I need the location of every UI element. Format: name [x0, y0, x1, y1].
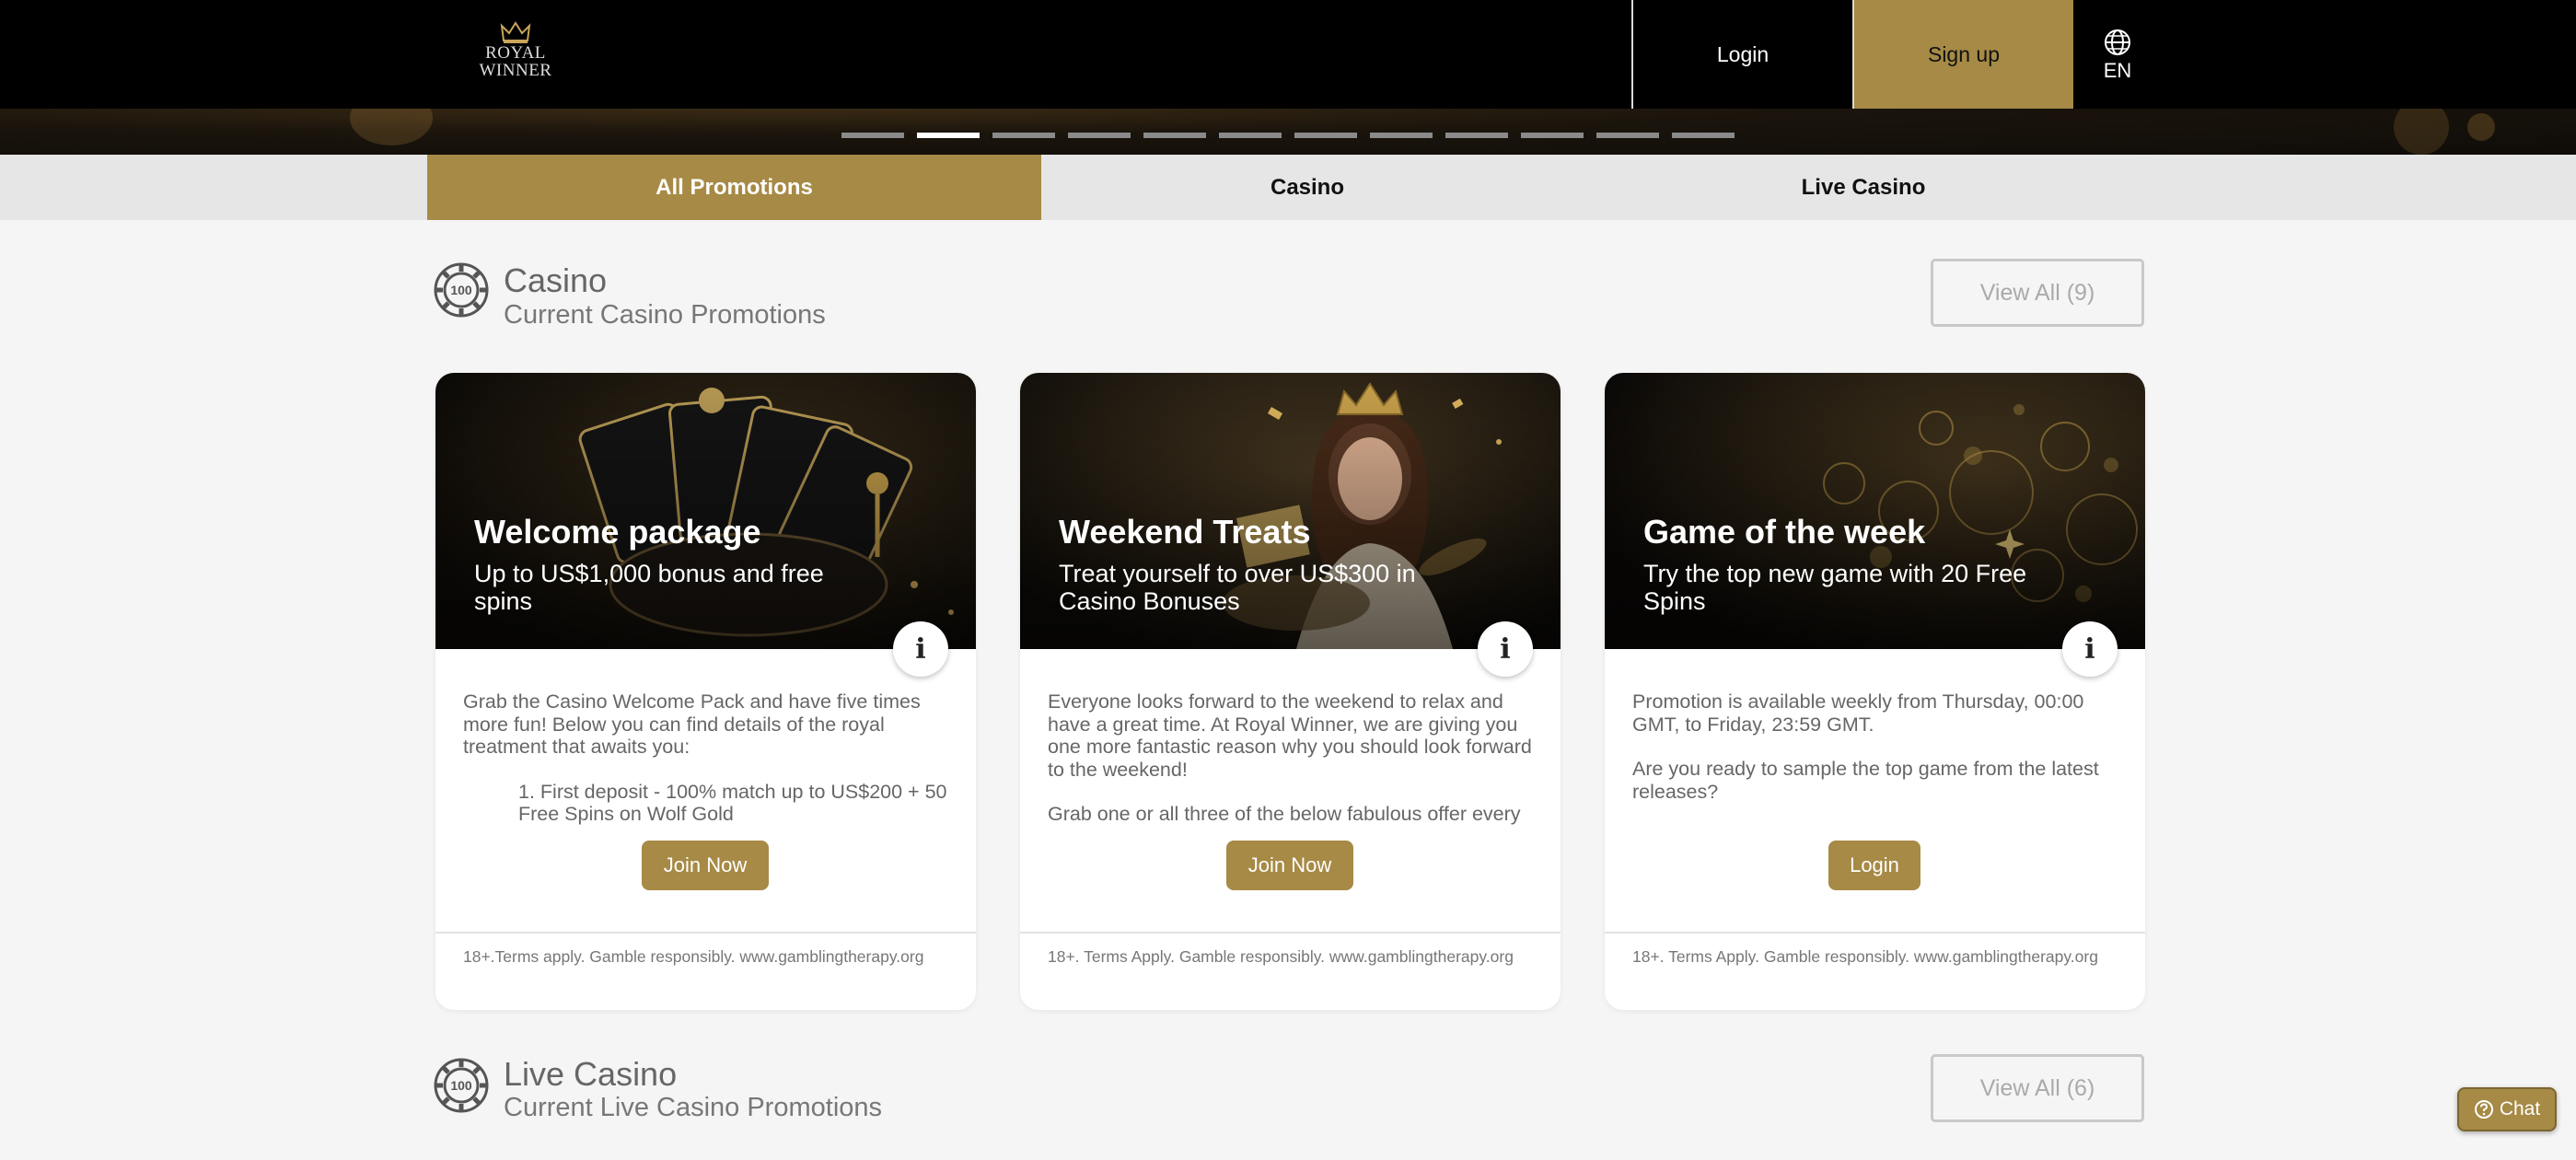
carousel-dot[interactable] [1596, 133, 1659, 138]
casino-view-all-button[interactable]: View All (9) [1931, 259, 2144, 327]
logo-text-line1: ROYAL [485, 43, 546, 63]
chip-label: 100 [450, 283, 472, 297]
promo-description-paragraph: Are you ready to sample the top game fro… [1632, 758, 2099, 803]
join-now-button[interactable]: Join Now [1226, 841, 1353, 890]
login-button[interactable]: Login [1828, 841, 1920, 890]
join-now-button[interactable]: Join Now [642, 841, 769, 890]
promo-title: Weekend Treats [1059, 513, 1311, 551]
carousel-dot[interactable] [1445, 133, 1508, 138]
promo-description-paragraph: Promotion is available weekly from Thurs… [1632, 690, 2084, 736]
info-button[interactable]: i [1478, 621, 1533, 677]
promo-subtitle: Up to US$1,000 bonus and free spins [474, 560, 824, 615]
live-casino-view-all-button[interactable]: View All (6) [1931, 1054, 2144, 1122]
divider [1020, 932, 1561, 934]
carousel-dot-active[interactable] [917, 133, 980, 138]
language-code: EN [2103, 59, 2132, 82]
logo-text-line2: WINNER [479, 61, 552, 80]
terms-text: 18+. Terms Apply. Gamble responsibly. ww… [1632, 947, 2098, 966]
globe-icon [2105, 29, 2130, 55]
promo-description: Promotion is available weekly from Thurs… [1632, 690, 2120, 827]
terms-text: 18+.Terms apply. Gamble responsibly. www… [463, 947, 924, 966]
language-selector[interactable]: EN [2090, 28, 2145, 83]
chat-button[interactable]: Chat [2457, 1087, 2557, 1131]
live-casino-section-title: Live Casino [504, 1055, 678, 1093]
chip-label: 100 [450, 1078, 472, 1093]
top-header: ROYAL WINNER Login Sign up EN [0, 0, 2576, 109]
casino-chip-icon: 100 [434, 262, 489, 318]
promo-card-weekend: Weekend Treats Treat yourself to over US… [1020, 373, 1561, 1010]
info-button[interactable]: i [893, 621, 948, 677]
carousel-dot[interactable] [1672, 133, 1735, 138]
carousel-dot[interactable] [1219, 133, 1282, 138]
info-button[interactable]: i [2062, 621, 2118, 677]
promo-description-paragraph: Grab the Casino Welcome Pack and have fi… [463, 690, 921, 758]
crown-icon [500, 21, 531, 43]
hero-banner[interactable] [0, 109, 2576, 155]
carousel-dot[interactable] [1294, 133, 1357, 138]
promo-subtitle: Treat yourself to over US$300 in Casino … [1059, 560, 1416, 615]
hero-glow [350, 109, 433, 145]
tab-live-casino[interactable]: Live Casino [1573, 155, 2153, 220]
promo-description: Everyone looks forward to the weekend to… [1048, 690, 1536, 827]
promo-title: Game of the week [1643, 513, 1926, 551]
hero-glow [2394, 109, 2449, 155]
promo-description-paragraph: Everyone looks forward to the weekend to… [1048, 690, 1532, 781]
promo-subtitle: Try the top new game with 20 Free Spins [1643, 560, 2027, 615]
header-login-button[interactable]: Login [1631, 0, 1852, 109]
carousel-dot[interactable] [841, 133, 904, 138]
casino-section-subtitle: Current Casino Promotions [504, 300, 826, 330]
header-signup-button[interactable]: Sign up [1852, 0, 2073, 109]
promo-card-game-of-week: Game of the week Try the top new game wi… [1605, 373, 2145, 1010]
live-casino-chip-icon: 100 [434, 1058, 489, 1113]
promo-description: Grab the Casino Welcome Pack and have fi… [463, 690, 951, 827]
promo-description-paragraph: Grab one or all three of the below fabul… [1048, 803, 1521, 825]
promo-description-list-item: 1. First deposit - 100% match up to US$2… [518, 780, 947, 826]
hero-glow [2467, 113, 2495, 141]
carousel-dot[interactable] [1370, 133, 1433, 138]
carousel-dot[interactable] [1521, 133, 1584, 138]
promo-card-welcome: Welcome package Up to US$1,000 bonus and… [435, 373, 976, 1010]
help-circle-icon [2474, 1100, 2493, 1119]
carousel-dot[interactable] [1068, 133, 1131, 138]
live-casino-section-subtitle: Current Live Casino Promotions [504, 1093, 883, 1122]
royal-winner-logo[interactable]: ROYAL WINNER [471, 20, 560, 81]
promo-title: Welcome package [474, 513, 761, 551]
carousel-indicators [841, 133, 1735, 138]
divider [435, 932, 976, 934]
chat-label: Chat [2499, 1098, 2541, 1119]
terms-text: 18+. Terms Apply. Gamble responsibly. ww… [1048, 947, 1514, 966]
casino-section-title: Casino [504, 261, 608, 299]
carousel-dot[interactable] [1143, 133, 1206, 138]
tab-all-promotions[interactable]: All Promotions [427, 155, 1041, 220]
promotion-tabs: All Promotions Casino Live Casino [0, 155, 2576, 220]
tab-casino[interactable]: Casino [1041, 155, 1573, 220]
carousel-dot[interactable] [992, 133, 1055, 138]
divider [1605, 932, 2145, 934]
